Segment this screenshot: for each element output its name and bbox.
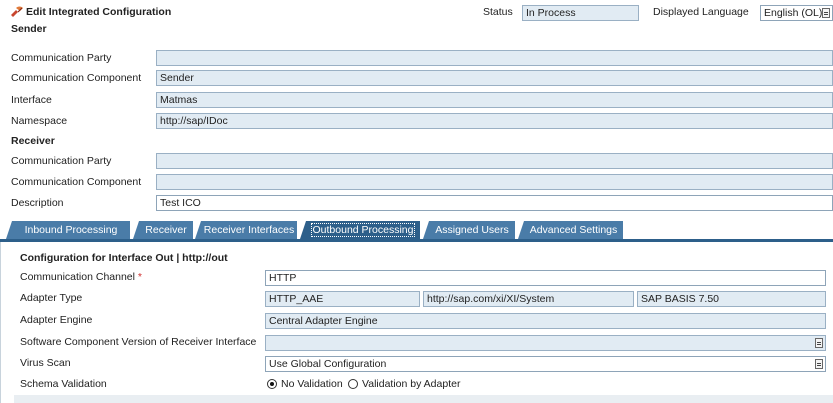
sender-interface-field[interactable]: Matmas — [156, 92, 833, 108]
receiver-party-field[interactable] — [156, 153, 833, 169]
receiver-component-label: Communication Component — [11, 176, 142, 188]
swcv-dropdown[interactable] — [265, 335, 826, 351]
adapter-software-component-field: SAP BASIS 7.50 — [637, 291, 826, 307]
sender-section-title: Sender — [11, 23, 47, 35]
virus-scan-label: Virus Scan — [20, 357, 71, 369]
adapter-engine-field[interactable]: Central Adapter Engine — [265, 313, 826, 329]
virus-scan-value: Use Global Configuration — [269, 358, 387, 370]
required-mark: * — [137, 271, 142, 283]
tab-assigned-users[interactable]: Assigned Users — [423, 221, 515, 239]
edit-icon — [10, 6, 24, 18]
tab-label: Receiver — [145, 224, 187, 236]
communication-channel-label-text: Communication Channel — [20, 271, 135, 283]
description-input[interactable]: Test ICO — [156, 195, 833, 211]
tab-advanced-settings[interactable]: Advanced Settings — [518, 221, 623, 239]
receiver-party-label: Communication Party — [11, 155, 112, 167]
adapter-engine-label: Adapter Engine — [20, 314, 93, 326]
sender-party-label: Communication Party — [11, 52, 112, 64]
adapter-type-field: HTTP_AAE — [265, 291, 420, 307]
schema-validation-label: Schema Validation — [20, 378, 107, 390]
tab-inbound-processing[interactable]: Inbound Processing — [6, 221, 130, 239]
dropdown-icon[interactable] — [815, 359, 823, 369]
dropdown-icon[interactable] — [822, 8, 830, 18]
displayed-language-dropdown[interactable]: English (OL) — [760, 5, 833, 21]
config-title: Configuration for Interface Out | http:/… — [20, 252, 228, 264]
sender-namespace-field[interactable]: http://sap/IDoc — [156, 113, 833, 129]
tab-receiver[interactable]: Receiver — [133, 221, 193, 239]
tab-label: Receiver Interfaces — [203, 224, 295, 236]
sender-namespace-label: Namespace — [11, 115, 68, 127]
description-label: Description — [11, 197, 64, 209]
receiver-section-title: Receiver — [11, 135, 55, 147]
tab-receiver-interfaces[interactable]: Receiver Interfaces — [195, 221, 297, 239]
tab-label: Advanced Settings — [529, 224, 618, 236]
adapter-type-label: Adapter Type — [20, 292, 83, 304]
sender-interface-label: Interface — [11, 94, 52, 106]
tab-label: Outbound Processing — [310, 223, 416, 237]
virus-scan-dropdown[interactable]: Use Global Configuration — [265, 356, 826, 372]
radio-validation-by-adapter-label[interactable]: Validation by Adapter — [362, 376, 460, 392]
receiver-component-field[interactable] — [156, 174, 833, 190]
sender-component-field[interactable]: Sender — [156, 70, 833, 86]
panel-bottom-bar — [14, 395, 833, 403]
page-title: Edit Integrated Configuration — [26, 6, 172, 18]
adapter-namespace-field: http://sap.com/xi/XI/System — [423, 291, 634, 307]
status-label: Status — [483, 6, 513, 18]
radio-no-validation-label[interactable]: No Validation — [281, 376, 343, 392]
tab-outbound-processing[interactable]: Outbound Processing — [300, 221, 420, 239]
displayed-language-label: Displayed Language — [653, 6, 749, 18]
radio-no-validation[interactable] — [267, 379, 277, 389]
tab-label: Inbound Processing — [24, 224, 118, 236]
dropdown-icon[interactable] — [815, 338, 823, 348]
status-field: In Process — [522, 5, 639, 21]
communication-channel-label: Communication Channel * — [20, 269, 142, 285]
tab-label: Assigned Users — [435, 224, 509, 236]
communication-channel-input[interactable]: HTTP — [265, 270, 826, 286]
sender-party-field[interactable] — [156, 50, 833, 66]
radio-validation-by-adapter[interactable] — [348, 379, 358, 389]
sender-component-label: Communication Component — [11, 72, 142, 84]
displayed-language-value: English (OL) — [764, 7, 823, 19]
swcv-label: Software Component Version of Receiver I… — [20, 336, 257, 348]
